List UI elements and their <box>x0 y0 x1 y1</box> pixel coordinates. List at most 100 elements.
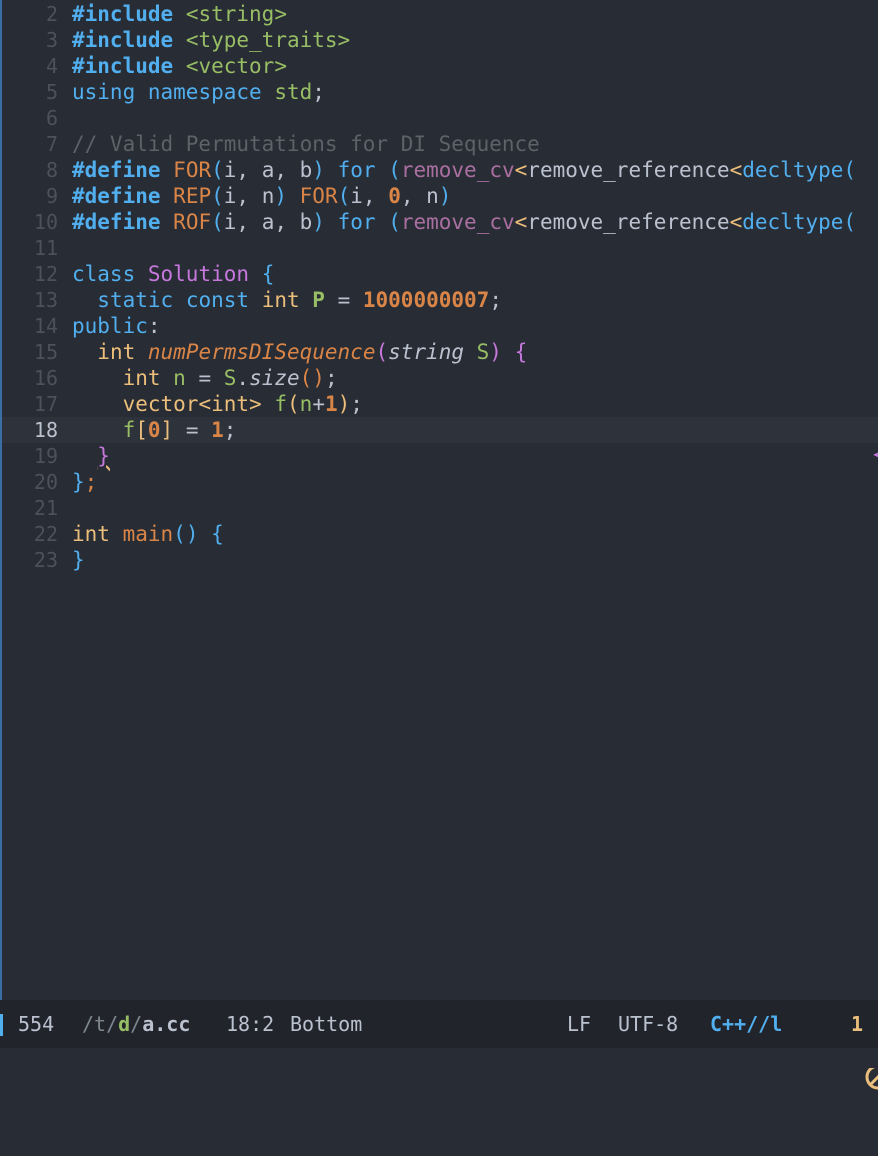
code-token: main <box>122 522 174 546</box>
code-token: remove_cv <box>400 158 515 182</box>
code-token: ) <box>312 158 325 182</box>
line-number: 8 <box>45 158 58 182</box>
line-number: 3 <box>45 28 58 52</box>
code-token: remove_reference <box>527 210 730 234</box>
path-separator: / <box>130 1012 143 1036</box>
file-encoding[interactable]: UTF-8 <box>618 1000 678 1048</box>
code-token: ; <box>312 80 325 104</box>
code-token: ( <box>388 158 401 182</box>
modeline-active-indicator <box>0 1014 3 1036</box>
code-line[interactable]: 15 int numPermsDISequence(string S) { <box>2 339 878 365</box>
line-content: #define FOR(i, a, b) for (remove_cv<remo… <box>72 157 856 183</box>
line-number: 2 <box>45 2 58 26</box>
code-token: = <box>324 288 363 312</box>
code-line[interactable]: 20}; <box>2 469 878 495</box>
line-number: 14 <box>33 314 58 338</box>
code-line[interactable]: 4 #include <vector> <box>2 53 878 79</box>
code-token: ) <box>438 184 452 208</box>
code-token: < <box>514 158 528 182</box>
code-token: < <box>514 210 528 234</box>
editor-buffer[interactable]: 2 #include <string> 3 #include <type_traits… <box>0 0 878 1000</box>
code-line[interactable]: 11 <box>2 235 878 261</box>
prohibited-circle-icon[interactable] <box>816 1012 878 1090</box>
code-line[interactable]: 10 #define ROF(i, a, b) for (remove_cv<re… <box>2 209 878 235</box>
line-number: 6 <box>45 106 58 130</box>
code-token: { <box>261 262 275 286</box>
code-token: remove_cv <box>400 210 515 234</box>
code-token: () <box>173 522 199 546</box>
major-mode[interactable]: C++//l <box>710 1000 782 1048</box>
echo-area <box>0 1048 878 1068</box>
line-number: 10 <box>33 210 58 234</box>
code-line[interactable]: 19 } <box>2 443 878 469</box>
line-number: 20 <box>33 470 58 494</box>
code-token: < <box>729 158 743 182</box>
line-number: 21 <box>33 496 58 520</box>
line-content: #include <vector> <box>72 53 287 79</box>
code-line[interactable]: 8 #define FOR(i, a, b) for (remove_cv<rem… <box>2 157 878 183</box>
code-token: } <box>72 470 85 494</box>
code-line[interactable]: 7 // Valid Permutations for DI Sequence <box>2 131 878 157</box>
line-content: }; <box>72 469 97 495</box>
code-line[interactable]: 3 #include <type_traits> <box>2 27 878 53</box>
line-number: 23 <box>33 548 58 572</box>
code-line[interactable]: 17 vector<int> f(n+1); <box>2 391 878 417</box>
code-line[interactable]: 5 using namespace std; <box>2 79 878 105</box>
code-token: ROF <box>173 210 212 234</box>
code-line[interactable]: 16 int n = S.size(); <box>2 365 878 391</box>
code-token: } <box>97 444 110 468</box>
code-token: ] <box>160 418 174 442</box>
line-content: } <box>72 547 85 573</box>
code-token: ( <box>211 184 224 208</box>
warning-count[interactable]: 1 <box>851 1000 863 1048</box>
code-line[interactable]: 22 int main() { <box>2 521 878 547</box>
code-line[interactable]: 9 #define REP(i, n) FOR(i, 0, n) <box>2 183 878 209</box>
code-token: { <box>514 340 528 364</box>
line-ending[interactable]: LF <box>567 1000 591 1048</box>
code-token: P <box>312 288 325 312</box>
code-token: = <box>173 418 212 442</box>
code-token: 0 <box>147 418 161 442</box>
line-content: int n = S.size(); <box>72 365 338 391</box>
line-number: 19 <box>33 444 58 468</box>
code-line[interactable]: 12 class Solution { <box>2 261 878 287</box>
line-content: } <box>72 443 110 469</box>
code-token: ( <box>843 210 857 234</box>
code-token: int <box>261 288 300 312</box>
code-token: i, n <box>223 184 275 208</box>
line-content: static const int P = 1000000007; <box>72 287 502 313</box>
code-token: ( <box>211 210 224 234</box>
code-token: string <box>388 340 464 364</box>
file-path[interactable]: /t/d/a.cc <box>82 1000 190 1048</box>
code-token: S <box>223 366 237 390</box>
code-token: using <box>72 80 136 104</box>
line-content: using namespace std; <box>72 79 325 105</box>
code-token: REP <box>173 184 212 208</box>
code-token: i, a, b <box>223 210 313 234</box>
code-line[interactable]: 14 public: <box>2 313 878 339</box>
code-token: FOR <box>299 184 338 208</box>
code-line[interactable]: 23} <box>2 547 878 573</box>
code-line[interactable]: 21 <box>2 495 878 521</box>
path-dir-current: d <box>118 1012 131 1036</box>
code-token: n <box>173 366 186 390</box>
code-line[interactable]: 2 #include <string> <box>2 1 878 27</box>
code-line[interactable]: 13 static const int P = 1000000007; <box>2 287 878 313</box>
code-token: public <box>72 314 148 338</box>
code-token: 1000000007 <box>362 288 490 312</box>
code-line[interactable]: 18 f[0] = 1; <box>2 417 878 443</box>
code-line[interactable]: 6 <box>2 105 878 131</box>
line-content: vector<int> f(n+1); <box>72 391 363 417</box>
code-token: <vector> <box>185 54 287 78</box>
